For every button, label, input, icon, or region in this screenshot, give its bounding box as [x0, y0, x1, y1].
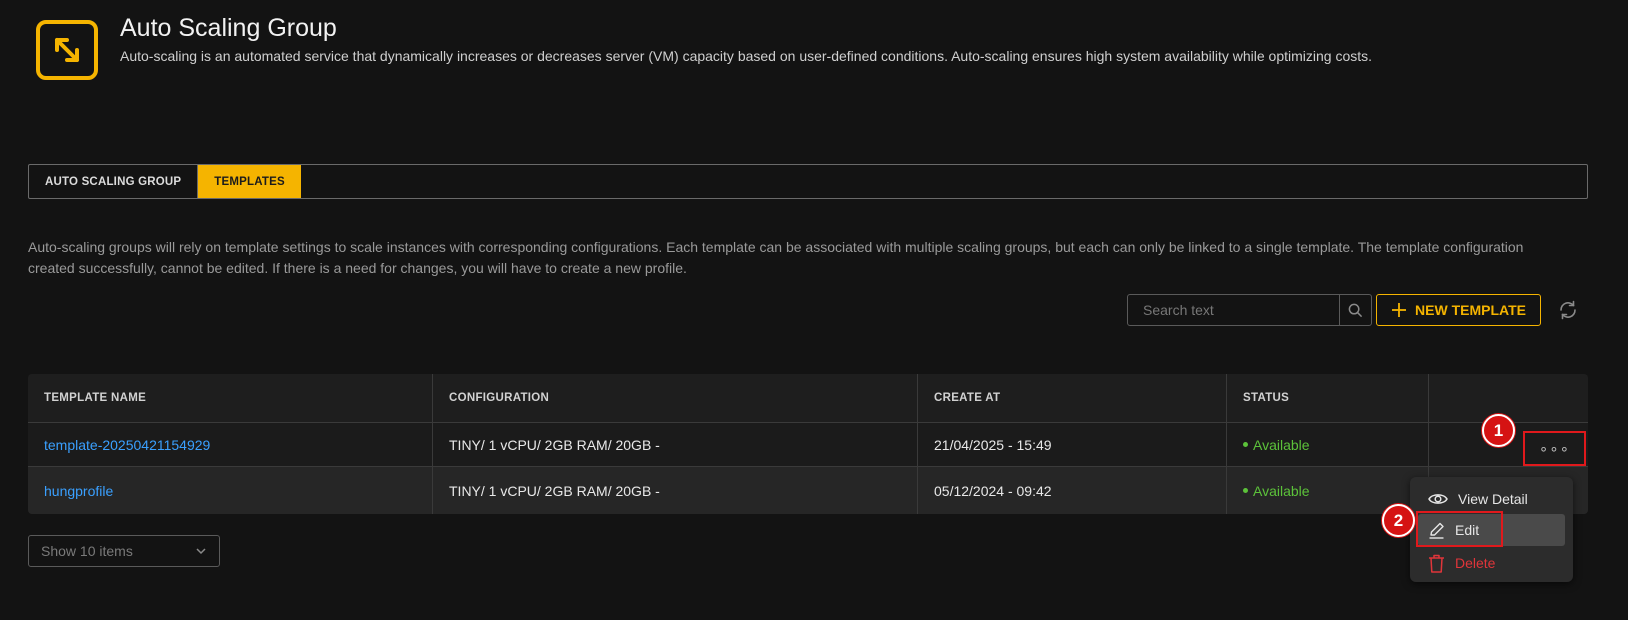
status-badge: Available — [1243, 483, 1310, 499]
configuration-cell: TINY/ 1 vCPU/ 2GB RAM/ 20GB - — [433, 467, 918, 514]
column-header-template-name: TEMPLATE NAME — [28, 374, 433, 422]
page-title: Auto Scaling Group — [120, 14, 337, 42]
status-text: Available — [1253, 436, 1310, 453]
table-header-row: TEMPLATE NAME CONFIGURATION CREATE AT ST… — [28, 374, 1588, 423]
chevron-down-icon — [196, 548, 206, 555]
search-box — [1127, 294, 1372, 326]
row-more-actions-button[interactable]: ∘∘∘ — [1523, 431, 1586, 466]
column-header-create-at: CREATE AT — [918, 374, 1227, 422]
menu-item-delete[interactable]: Delete — [1418, 547, 1565, 579]
eye-icon — [1428, 494, 1448, 504]
status-text: Available — [1253, 482, 1310, 499]
service-logo — [36, 20, 98, 80]
search-input[interactable] — [1128, 295, 1339, 325]
tab-templates[interactable]: TEMPLATES — [198, 165, 301, 198]
configuration-cell: TINY/ 1 vCPU/ 2GB RAM/ 20GB - — [433, 423, 918, 466]
edit-highlight-box — [1416, 511, 1503, 547]
templates-table: TEMPLATE NAME CONFIGURATION CREATE AT ST… — [28, 374, 1588, 514]
page-size-select[interactable]: Show 10 items — [28, 535, 220, 567]
menu-item-label: Delete — [1455, 555, 1496, 571]
status-badge: Available — [1243, 437, 1310, 453]
status-dot-icon — [1243, 442, 1248, 447]
column-header-configuration: CONFIGURATION — [433, 374, 918, 422]
template-name-link[interactable]: template-20250421154929 — [44, 437, 210, 453]
new-template-button[interactable]: NEW TEMPLATE — [1376, 294, 1541, 326]
template-name-link[interactable]: hungprofile — [44, 483, 113, 499]
annotation-badge-2: 2 — [1382, 504, 1415, 537]
column-header-status: STATUS — [1227, 374, 1429, 422]
page-size-label: Show 10 items — [41, 543, 133, 559]
plus-icon — [1392, 303, 1407, 317]
created-at-cell: 05/12/2024 - 09:42 — [918, 467, 1227, 514]
search-button[interactable] — [1339, 295, 1371, 325]
column-header-actions — [1429, 374, 1588, 422]
search-icon — [1348, 303, 1363, 317]
new-template-label: NEW TEMPLATE — [1415, 302, 1526, 318]
refresh-button[interactable] — [1556, 298, 1580, 322]
table-row: template-20250421154929 TINY/ 1 vCPU/ 2G… — [28, 423, 1588, 467]
page-description: Auto-scaling is an automated service tha… — [120, 48, 1373, 64]
status-dot-icon — [1243, 488, 1248, 493]
tab-auto-scaling-group[interactable]: AUTO SCALING GROUP — [29, 165, 199, 198]
expand-arrows-icon — [55, 38, 79, 62]
trash-icon — [1429, 554, 1444, 573]
created-at-cell: 21/04/2025 - 15:49 — [918, 423, 1227, 466]
refresh-icon — [1560, 300, 1576, 320]
templates-info-text: Auto-scaling groups will rely on templat… — [28, 239, 1524, 276]
tab-bar: AUTO SCALING GROUP TEMPLATES — [28, 164, 1588, 199]
menu-item-label: View Detail — [1458, 491, 1528, 507]
table-row: hungprofile TINY/ 1 vCPU/ 2GB RAM/ 20GB … — [28, 467, 1588, 514]
annotation-badge-1: 1 — [1482, 414, 1515, 447]
